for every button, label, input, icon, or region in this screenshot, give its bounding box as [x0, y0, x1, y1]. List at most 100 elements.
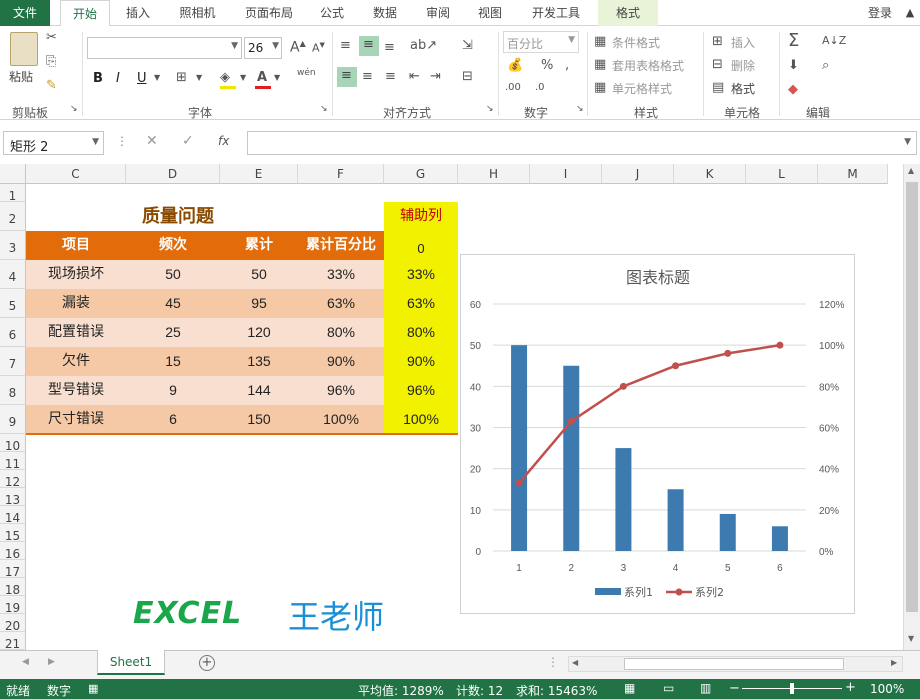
row-header-12[interactable]: 12	[0, 470, 26, 489]
column-header-e[interactable]: E	[220, 164, 298, 184]
insert-function-icon[interactable]: fx	[218, 134, 229, 148]
tab-view[interactable]: 视图	[470, 0, 510, 26]
insert-cell-button[interactable]: 插入	[731, 34, 755, 51]
align-right-icon[interactable]: ≡	[385, 69, 396, 84]
align-bottom-icon[interactable]: ≡	[384, 40, 395, 55]
row-header-21[interactable]: 21	[0, 632, 26, 651]
tab-developer[interactable]: 开发工具	[525, 0, 587, 26]
normal-view-icon[interactable]: ▦	[624, 681, 635, 695]
tab-data[interactable]: 数据	[365, 0, 405, 26]
underline-button[interactable]: U	[137, 71, 147, 86]
number-format-select[interactable]: 百分比 ▼	[503, 31, 579, 53]
column-header-l[interactable]: L	[746, 164, 818, 184]
font-launcher-icon[interactable]: ↘	[320, 104, 328, 114]
row-header-4[interactable]: 4	[0, 260, 26, 289]
borders-dropdown-icon[interactable]: ▼	[196, 73, 202, 82]
zoom-slider[interactable]	[742, 683, 842, 694]
column-header-f[interactable]: F	[298, 164, 384, 184]
bold-button[interactable]: B	[93, 71, 103, 86]
name-box[interactable]: 矩形 2 ▼	[3, 131, 104, 155]
formula-input[interactable]: ▼	[247, 131, 917, 155]
font-name-select[interactable]: ▼	[87, 37, 242, 59]
column-header-k[interactable]: K	[674, 164, 746, 184]
zoom-slider-thumb[interactable]	[790, 683, 794, 694]
font-size-select[interactable]: 26 ▼	[244, 37, 282, 59]
alignment-launcher-icon[interactable]: ↘	[486, 104, 494, 114]
cell-percent[interactable]: 90%	[298, 347, 384, 376]
vertical-scrollbar[interactable]: ▲ ▼	[903, 164, 920, 650]
conditional-format-button[interactable]: 条件格式	[612, 34, 660, 51]
enter-icon[interactable]: ✓	[182, 133, 194, 149]
cell-item[interactable]: 尺寸错误	[26, 405, 126, 434]
prev-sheet-icon[interactable]: ◀	[22, 657, 29, 667]
fill-color-icon[interactable]: ◈	[220, 70, 230, 85]
column-header-h[interactable]: H	[458, 164, 530, 184]
row-header-14[interactable]: 14	[0, 506, 26, 525]
page-layout-view-icon[interactable]: ▭	[663, 681, 674, 695]
decrease-font-icon[interactable]: A▼	[312, 41, 325, 55]
tab-review[interactable]: 审阅	[418, 0, 458, 26]
next-sheet-icon[interactable]: ▶	[48, 657, 55, 667]
cell-helper[interactable]: 80%	[384, 318, 458, 347]
merge-center-icon[interactable]: ⊟	[462, 69, 473, 84]
tab-insert[interactable]: 插入	[118, 0, 158, 26]
cell-item[interactable]: 配置错误	[26, 318, 126, 347]
sort-filter-icon[interactable]: A↓Z	[822, 34, 846, 47]
tab-page-layout[interactable]: 页面布局	[238, 0, 300, 26]
row-header-5[interactable]: 5	[0, 289, 26, 318]
paste-button[interactable]: 粘贴	[9, 68, 33, 85]
tab-formulas[interactable]: 公式	[312, 0, 352, 26]
macro-record-icon[interactable]: ▦	[88, 682, 98, 695]
cell-frequency[interactable]: 9	[126, 376, 220, 405]
cell-cumulative[interactable]: 135	[220, 347, 298, 376]
scroll-left-icon[interactable]: ◀	[572, 658, 578, 667]
copy-icon[interactable]: ⎘	[46, 54, 56, 69]
scroll-up-icon[interactable]: ▲	[908, 166, 914, 175]
column-header-m[interactable]: M	[818, 164, 888, 184]
tab-format[interactable]: 格式	[598, 0, 658, 26]
row-header-13[interactable]: 13	[0, 488, 26, 507]
wrap-text-icon[interactable]: ⇲	[462, 38, 473, 53]
cell-frequency[interactable]: 45	[126, 289, 220, 318]
autosum-icon[interactable]: Σ	[788, 30, 799, 51]
cell-style-button[interactable]: 单元格样式	[612, 80, 672, 97]
row-header-2[interactable]: 2	[0, 202, 26, 231]
row-header-16[interactable]: 16	[0, 542, 26, 561]
row-header-6[interactable]: 6	[0, 318, 26, 347]
cell-item[interactable]: 型号错误	[26, 376, 126, 405]
cell-frequency[interactable]: 15	[126, 347, 220, 376]
zoom-in-button[interactable]: +	[845, 680, 856, 695]
cell-percent[interactable]: 63%	[298, 289, 384, 318]
cell-frequency[interactable]: 25	[126, 318, 220, 347]
row-header-7[interactable]: 7	[0, 347, 26, 376]
login-link[interactable]: 登录	[860, 0, 900, 26]
zoom-out-button[interactable]: −	[729, 681, 740, 696]
row-header-15[interactable]: 15	[0, 524, 26, 543]
select-all-corner[interactable]	[0, 164, 26, 184]
cell-helper[interactable]: 63%	[384, 289, 458, 318]
cell-cumulative[interactable]: 120	[220, 318, 298, 347]
row-header-10[interactable]: 10	[0, 434, 26, 453]
page-break-view-icon[interactable]: ▥	[700, 681, 711, 695]
italic-button[interactable]: I	[116, 71, 120, 86]
cell-frequency[interactable]: 50	[126, 260, 220, 289]
currency-icon[interactable]: 💰	[507, 58, 523, 73]
fill-color-dropdown-icon[interactable]: ▼	[240, 73, 246, 82]
cell-cumulative[interactable]: 95	[220, 289, 298, 318]
scroll-right-icon[interactable]: ▶	[891, 658, 897, 667]
font-color-dropdown-icon[interactable]: ▼	[274, 73, 280, 82]
orientation-icon[interactable]: ab↗	[410, 38, 437, 53]
horizontal-scrollbar[interactable]: ◀ ▶	[568, 656, 903, 672]
row-header-1[interactable]: 1	[0, 184, 26, 203]
format-cell-button[interactable]: 格式	[731, 80, 755, 97]
align-middle-button[interactable]: ≡	[359, 36, 379, 56]
comma-style-icon[interactable]: ,	[565, 58, 569, 73]
cell-helper[interactable]: 96%	[384, 376, 458, 405]
vertical-scroll-thumb[interactable]	[906, 182, 918, 612]
cell-helper[interactable]: 100%	[384, 405, 458, 434]
column-header-g[interactable]: G	[384, 164, 458, 184]
cell-cumulative[interactable]: 144	[220, 376, 298, 405]
increase-indent-icon[interactable]: ⇥	[430, 69, 441, 84]
horizontal-scroll-thumb[interactable]	[624, 658, 844, 670]
format-painter-icon[interactable]: ✎	[46, 78, 57, 93]
